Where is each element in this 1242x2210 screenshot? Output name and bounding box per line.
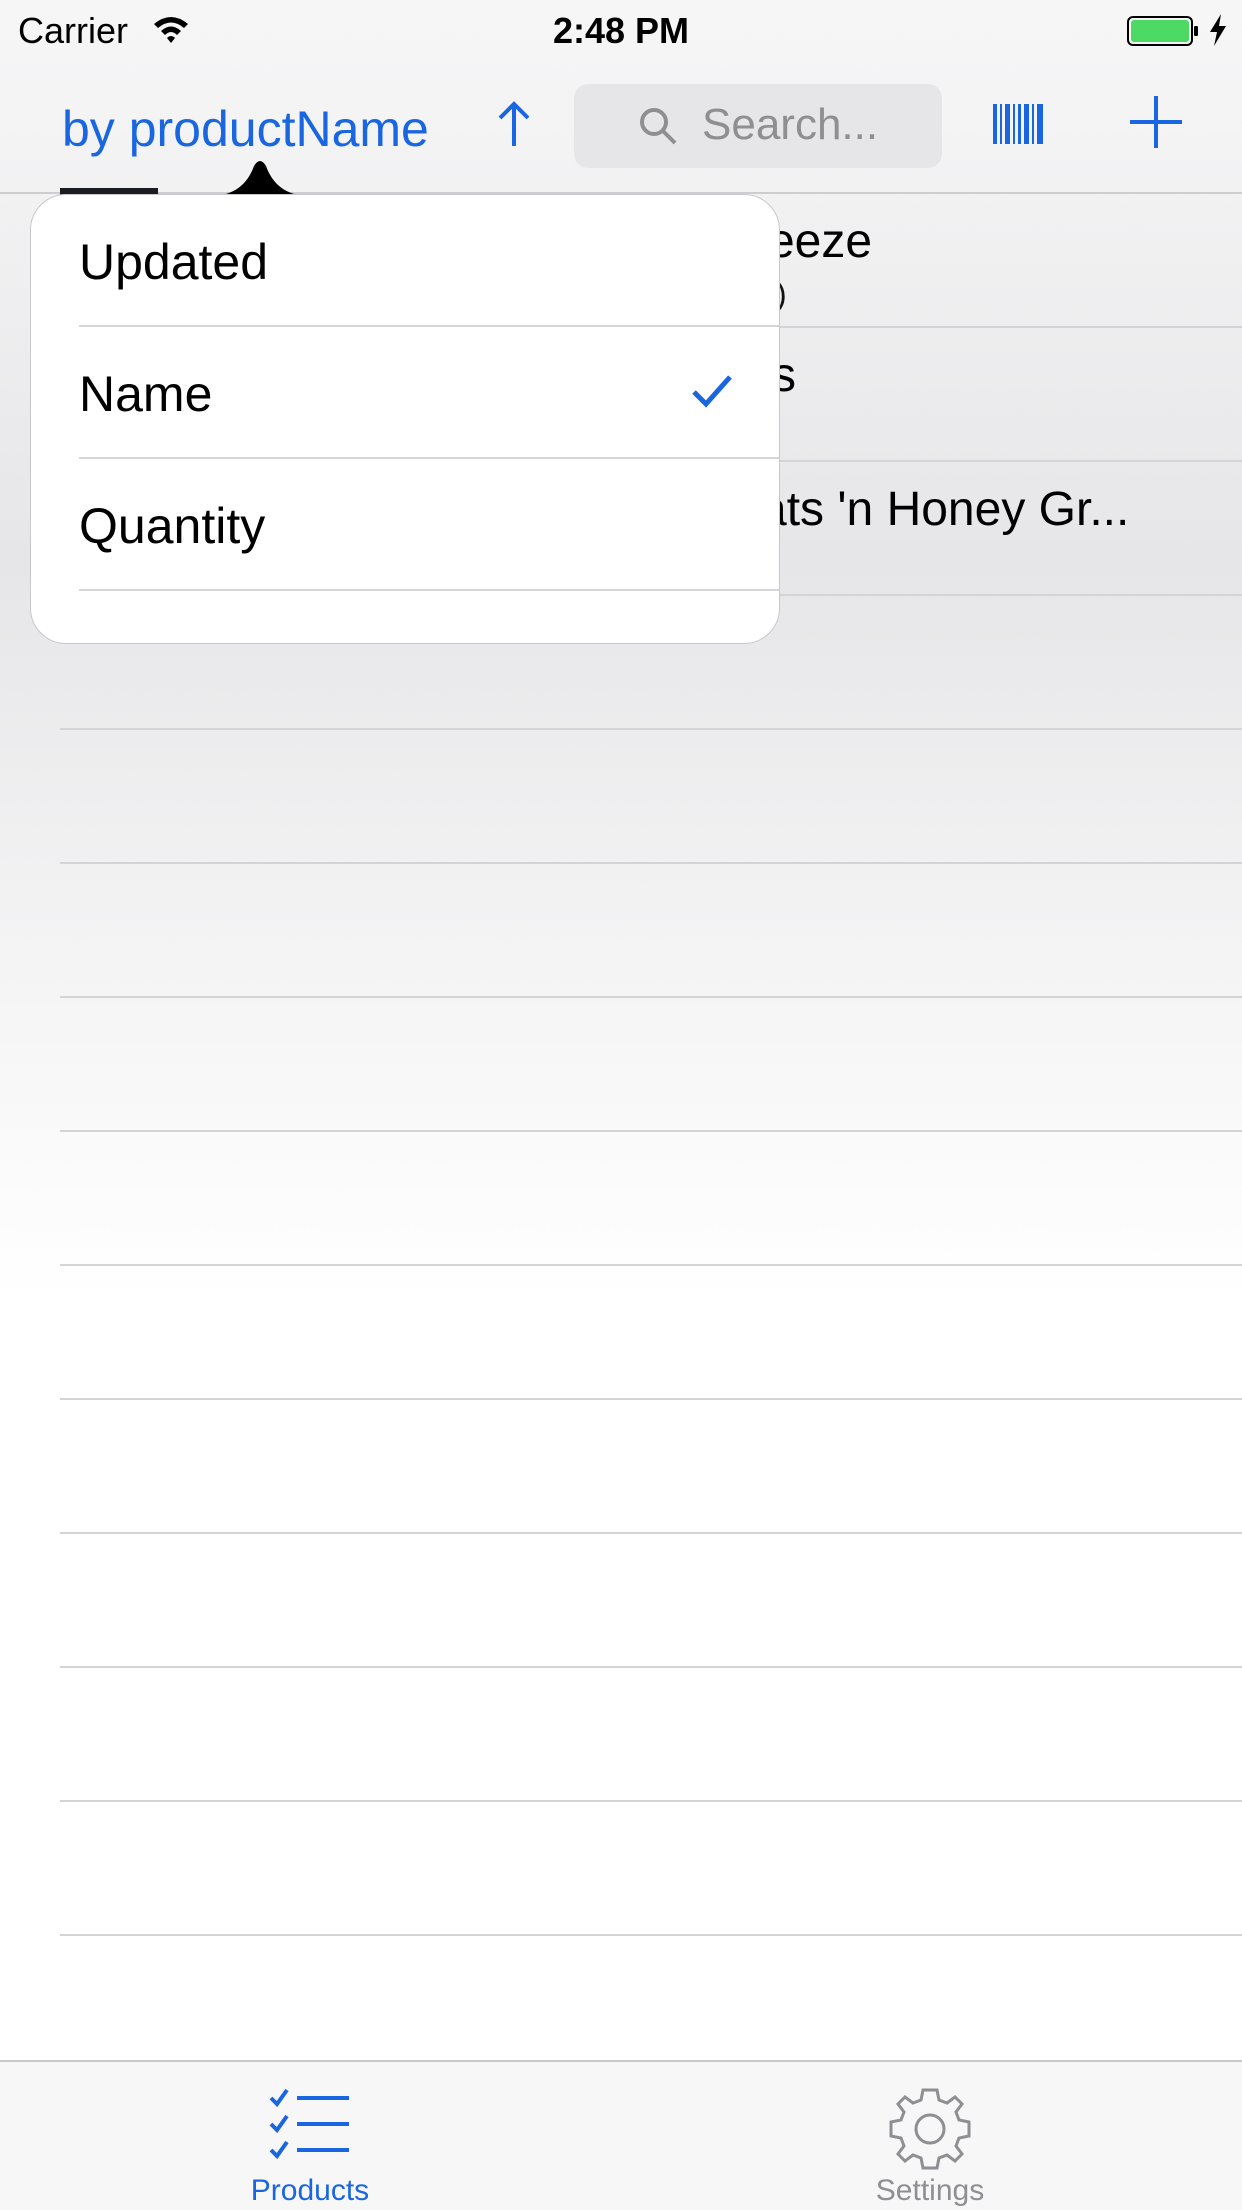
barcode-scan-icon[interactable] (993, 104, 1043, 144)
checkmark-icon (692, 375, 732, 408)
navigation-bar: by productName Search... (0, 60, 1242, 194)
checklist-icon (269, 2088, 349, 2160)
list-item (60, 1668, 1242, 1802)
list-item (60, 1936, 1242, 2070)
search-input[interactable]: Search... (574, 84, 942, 168)
product-name: ats 'n Honey Gr... (760, 483, 1130, 536)
search-placeholder: Search... (702, 100, 879, 149)
gear-icon (889, 2088, 971, 2170)
sort-option-updated[interactable]: Updated (31, 195, 779, 327)
tab-bar: Products Settings (0, 2060, 1242, 2210)
list-item (60, 1266, 1242, 1400)
sort-menu-popover: Updated Name Quantity (30, 194, 780, 644)
sort-option-label: Quantity (79, 498, 266, 554)
battery-icon (1127, 16, 1198, 46)
sort-option-quantity[interactable]: Quantity (31, 459, 779, 591)
tab-label: Settings (875, 2174, 985, 2207)
sort-ascending-arrow-icon[interactable] (494, 100, 534, 150)
sort-option-more[interactable] (31, 591, 779, 643)
list-item (60, 1132, 1242, 1266)
list-item (60, 1400, 1242, 1534)
add-product-icon[interactable] (1128, 94, 1184, 150)
tab-settings[interactable]: Settings (780, 2062, 1080, 2210)
search-icon (640, 108, 677, 145)
list-item (60, 864, 1242, 998)
sort-option-label: Name (79, 366, 213, 422)
sort-option-name[interactable]: Name (31, 327, 779, 459)
sort-field-button[interactable]: by productName (62, 100, 429, 158)
list-item (60, 1802, 1242, 1936)
sort-option-label: Updated (79, 234, 269, 290)
status-bar: Carrier 2:48 PM (0, 0, 1242, 60)
list-item (60, 1534, 1242, 1668)
list-item (60, 730, 1242, 864)
charging-bolt-icon (1210, 14, 1226, 46)
tab-label: Products (250, 2174, 370, 2207)
clock: 2:48 PM (552, 10, 690, 51)
tab-products[interactable]: Products (160, 2062, 460, 2210)
list-item (60, 998, 1242, 1132)
popover-arrow (214, 161, 306, 196)
